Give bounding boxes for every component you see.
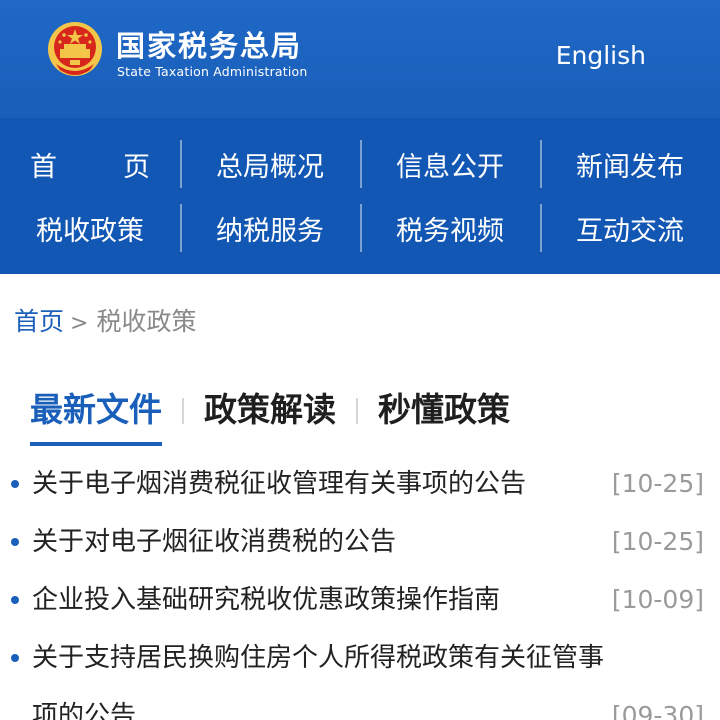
nav-item-tax-service[interactable]: 纳税服务 [180,196,360,260]
nav-item-news-release[interactable]: 新闻发布 [540,132,720,196]
bullet-icon [11,480,19,488]
tab-policy-interpretation[interactable]: 政策解读 [204,386,336,434]
nav-item-label: 互动交流 [576,215,684,247]
nav-item-label: 税务视频 [396,215,504,247]
nav-item-home[interactable]: 首 页 [0,132,180,196]
nav-item-tax-policy[interactable]: 税收政策 [0,196,180,260]
nav-item-label: 纳税服务 [216,215,324,247]
news-title[interactable]: 企业投入基础研究税收优惠政策操作指南 [32,571,500,629]
nav-item-interaction[interactable]: 互动交流 [540,196,720,260]
breadcrumb-home-link[interactable]: 首页 [14,307,64,336]
nav-item-home-label-a: 首 [30,151,57,183]
policy-tabs: 最新文件 政策解读 秒懂政策 [30,386,510,448]
news-date: [10-09] [611,585,704,614]
nav-item-label: 新闻发布 [576,151,684,183]
national-emblem-icon [48,22,102,76]
nav-divider [540,204,542,252]
news-title[interactable]: 关于对电子烟征收消费税的公告 [32,513,396,571]
news-date: [09-30] [611,701,704,720]
english-link[interactable]: English [556,40,646,72]
bullet-icon [11,654,19,662]
list-item[interactable]: 企业投入基础研究税收优惠政策操作指南 [10-09] [0,571,720,629]
breadcrumb: 首页 > 税收政策 [14,305,196,341]
nav-item-home-label-b: 页 [123,151,150,183]
news-title-line-1[interactable]: 关于支持居民换购住房个人所得税政策有关征管事 [32,629,604,687]
news-date: [10-25] [611,527,704,556]
nav-item-label: 信息公开 [396,151,504,183]
bullet-icon [11,538,19,546]
list-item[interactable]: 关于电子烟消费税征收管理有关事项的公告 [10-25] [0,455,720,513]
tab-latest-documents[interactable]: 最新文件 [30,386,162,446]
nav-divider [540,140,542,188]
list-item[interactable]: 关于对电子烟征收消费税的公告 [10-25] [0,513,720,571]
main-nav: 首 页 总局概况 信息公开 新闻发布 税收政策 纳税服务 税务视频 互动交流 [0,118,720,274]
breadcrumb-separator: > [70,311,89,336]
nav-item-label: 税收政策 [36,215,144,247]
nav-item-info-disclosure[interactable]: 信息公开 [360,132,540,196]
nav-item-label: 总局概况 [216,151,324,183]
site-subtitle: State Taxation Administration [117,64,308,79]
nav-item-tax-video[interactable]: 税务视频 [360,196,540,260]
tab-divider [182,398,184,424]
nav-divider [180,204,182,252]
site-title: 国家税务总局 [116,29,303,63]
nav-divider [360,140,362,188]
list-item[interactable]: 关于支持居民换购住房个人所得税政策有关征管事 项的公告 [09-30] [0,629,720,720]
site-header: 国家税务总局 State Taxation Administration Eng… [0,0,720,118]
news-title[interactable]: 关于电子烟消费税征收管理有关事项的公告 [32,455,526,513]
nav-divider [180,140,182,188]
tab-quick-policy[interactable]: 秒懂政策 [378,386,510,434]
news-date: [10-25] [611,469,704,498]
nav-divider [360,204,362,252]
breadcrumb-current: 税收政策 [96,307,197,336]
nav-item-overview[interactable]: 总局概况 [180,132,360,196]
tab-divider [356,398,358,424]
news-title-line-2[interactable]: 项的公告 [32,687,136,720]
bullet-icon [11,596,19,604]
